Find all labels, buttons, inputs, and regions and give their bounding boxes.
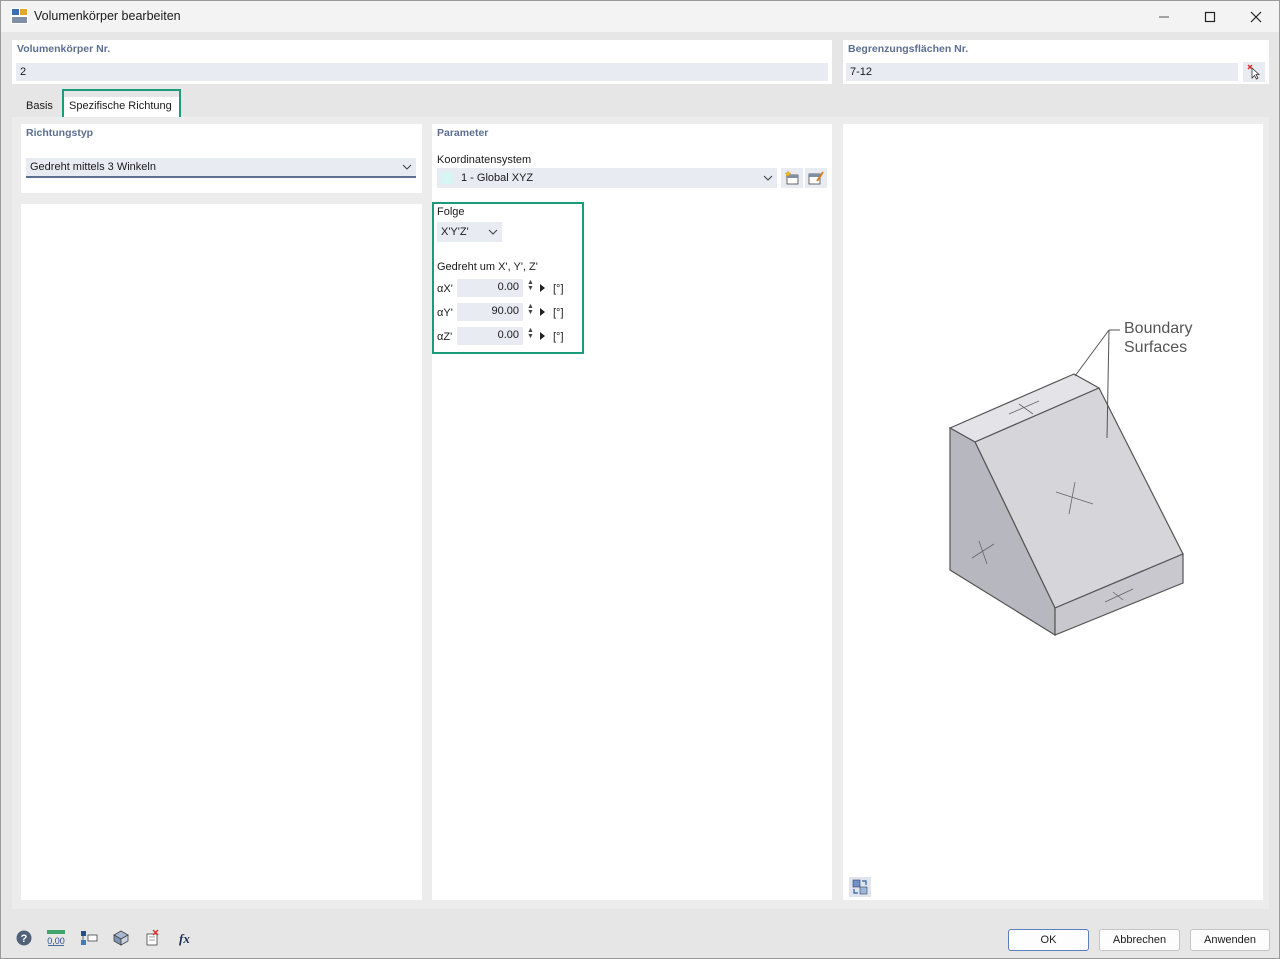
formula-icon: fx bbox=[179, 931, 190, 946]
left-empty-panel bbox=[21, 204, 422, 900]
boundary-surfaces-panel: Begrenzungsflächen Nr. 7-12 bbox=[843, 40, 1269, 84]
rotation-params-highlight-frame bbox=[432, 202, 584, 354]
direction-type-select[interactable]: Gedreht mittels 3 Winkeln bbox=[26, 158, 416, 178]
edit-coord-system-button[interactable] bbox=[805, 168, 827, 188]
switch-view-button[interactable] bbox=[849, 877, 871, 897]
display-settings-icon bbox=[81, 931, 98, 945]
pick-surfaces-button[interactable] bbox=[1243, 62, 1265, 82]
svg-text:0,00: 0,00 bbox=[47, 936, 65, 946]
coord-system-label: Koordinatensystem bbox=[437, 154, 532, 166]
solid-number-field[interactable]: 2 bbox=[16, 63, 828, 81]
boundary-surfaces-field[interactable]: 7-12 bbox=[846, 63, 1238, 81]
direction-type-value: Gedreht mittels 3 Winkeln bbox=[30, 161, 156, 173]
pick-cursor-icon bbox=[1247, 64, 1261, 80]
close-icon bbox=[1250, 11, 1262, 22]
edit-coord-system-icon bbox=[808, 171, 824, 185]
app-icon bbox=[11, 8, 28, 24]
direction-type-title: Richtungstyp bbox=[26, 127, 94, 139]
boundary-surfaces-illustration bbox=[948, 329, 1184, 637]
solid-number-panel: Volumenkörper Nr. 2 bbox=[12, 40, 832, 84]
view-icon bbox=[113, 930, 129, 946]
units-icon: 0,00 bbox=[47, 930, 65, 946]
direction-type-panel: Richtungstyp Gedreht mittels 3 Winkeln bbox=[21, 124, 422, 193]
apply-button[interactable]: Anwenden bbox=[1190, 929, 1270, 951]
dialog-window: Volumenkörper bearbeiten Volumenkörper N… bbox=[0, 0, 1280, 959]
parameter-title: Parameter bbox=[437, 127, 489, 139]
boundary-surfaces-label: Begrenzungsflächen Nr. bbox=[848, 43, 969, 55]
delete-selection-button[interactable] bbox=[142, 927, 164, 949]
minimize-button[interactable] bbox=[1141, 1, 1187, 32]
new-coord-system-icon bbox=[784, 170, 799, 185]
switch-view-icon bbox=[852, 879, 868, 895]
display-settings-button[interactable] bbox=[78, 927, 100, 949]
coord-system-select[interactable]: 1 - Global XYZ bbox=[437, 168, 777, 188]
new-coord-system-button[interactable] bbox=[781, 168, 803, 188]
illustration-panel: Boundary Surfaces bbox=[843, 124, 1263, 900]
maximize-icon bbox=[1204, 11, 1216, 22]
cancel-button[interactable]: Abbrechen bbox=[1099, 929, 1180, 951]
chevron-down-icon bbox=[402, 164, 412, 170]
callout-line2: Surfaces bbox=[1124, 339, 1188, 356]
help-button[interactable]: ? bbox=[13, 927, 35, 949]
coord-system-color-swatch bbox=[441, 172, 453, 184]
view-button[interactable] bbox=[110, 927, 132, 949]
window-title: Volumenkörper bearbeiten bbox=[34, 9, 181, 23]
units-button[interactable]: 0,00 bbox=[45, 927, 67, 949]
formula-button[interactable]: fx bbox=[175, 927, 197, 949]
delete-selection-icon bbox=[146, 929, 159, 946]
title-bar: Volumenkörper bearbeiten bbox=[1, 1, 1279, 32]
close-button[interactable] bbox=[1233, 1, 1279, 32]
maximize-button[interactable] bbox=[1187, 1, 1233, 32]
tab-basis[interactable]: Basis bbox=[20, 97, 59, 117]
coord-system-value: 1 - Global XYZ bbox=[461, 172, 534, 184]
svg-text:?: ? bbox=[21, 933, 28, 945]
svg-text:fx: fx bbox=[179, 931, 190, 946]
solid-number-label: Volumenkörper Nr. bbox=[17, 43, 111, 55]
chevron-down-icon bbox=[763, 175, 773, 181]
callout-line1: Boundary bbox=[1124, 320, 1193, 337]
minimize-icon bbox=[1159, 16, 1169, 17]
help-icon: ? bbox=[16, 930, 32, 946]
ok-button[interactable]: OK bbox=[1008, 929, 1089, 951]
